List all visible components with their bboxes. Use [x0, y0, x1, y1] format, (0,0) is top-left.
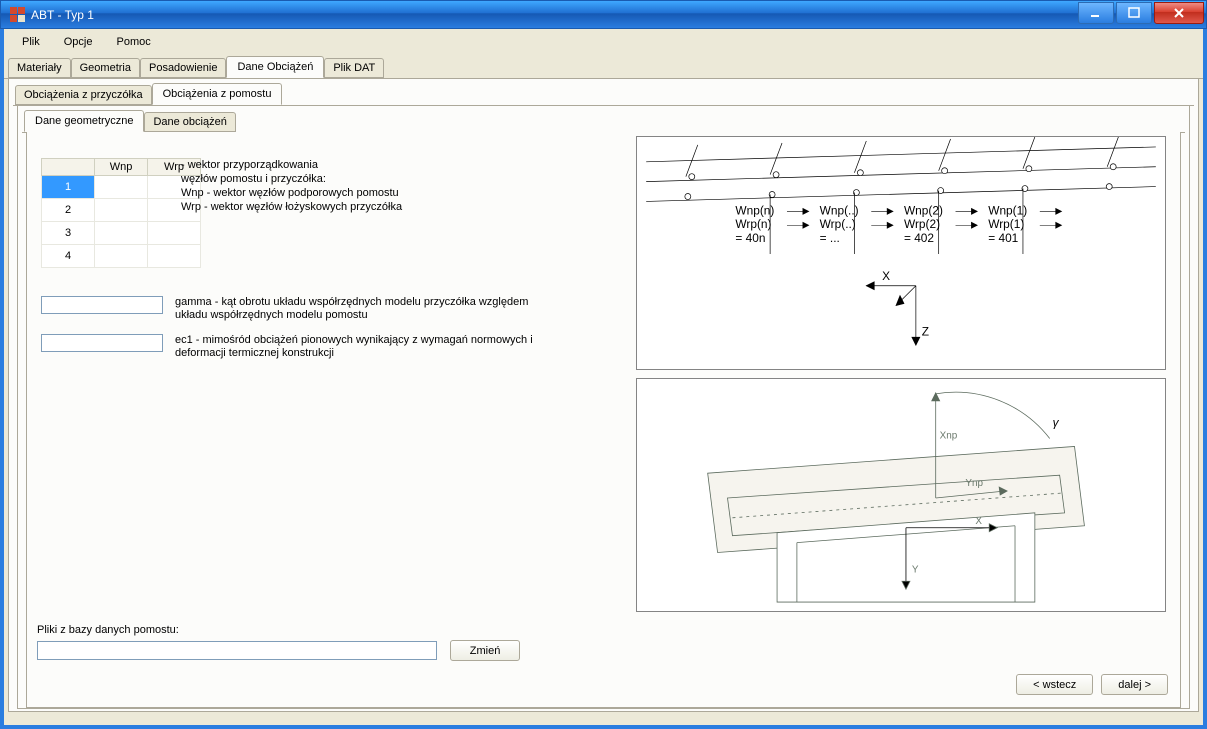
svg-text:Wnp(1): Wnp(1) [988, 203, 1027, 217]
diagram-top: Wnp(n) Wrp(n) = 40n Wnp(..) Wrp(..) = ..… [636, 136, 1166, 370]
svg-text:= 402: = 402 [904, 231, 934, 245]
svg-text:γ: γ [1053, 416, 1060, 430]
svg-text:Wrp(..): Wrp(..) [820, 217, 856, 231]
menu-bar: Plik Opcje Pomoc [4, 29, 1203, 55]
menu-file[interactable]: Plik [10, 34, 52, 50]
tab-dane-obciazen[interactable]: Dane Obciążeń [226, 56, 324, 78]
files-label: Pliki z bazy danych pomostu: [37, 624, 520, 636]
gamma-input[interactable] [41, 296, 163, 314]
client-area: Plik Opcje Pomoc Materiały Geometria Pos… [0, 29, 1207, 729]
col-wnp: Wnp [95, 159, 148, 176]
svg-text:Wrp(2): Wrp(2) [904, 217, 940, 231]
minimize-button[interactable] [1078, 2, 1114, 24]
menu-options[interactable]: Opcje [52, 34, 105, 50]
vec-description: - wektor przyporządkowania węzłów pomost… [181, 158, 481, 214]
svg-text:X: X [975, 516, 982, 527]
svg-text:= 401: = 401 [988, 231, 1018, 245]
w-table[interactable]: Wnp Wrp 1 2 [41, 158, 201, 268]
cell-wrp[interactable] [148, 245, 201, 268]
ec1-description: ec1 - mimośród obciążeń pionowych wynika… [175, 334, 535, 360]
app-icon [9, 7, 25, 23]
sub2-tabpage: Wnp Wrp 1 2 [26, 132, 1181, 708]
row-idx[interactable]: 2 [42, 199, 95, 222]
change-button[interactable]: Zmień [450, 640, 520, 661]
gamma-description: gamma - kąt obrotu układu współrzędnych … [175, 296, 535, 322]
app-window: ABT - Typ 1 Plik Opcje Pomoc Materiały G… [0, 0, 1207, 729]
cell-wnp[interactable] [95, 176, 148, 199]
svg-text:Wrp(1): Wrp(1) [988, 217, 1024, 231]
sub1-tabpage: Dane geometryczne Dane obciążeń Wnp Wrp [17, 105, 1190, 709]
back-button[interactable]: < wstecz [1016, 674, 1093, 695]
cell-wnp[interactable] [95, 245, 148, 268]
cell-wnp[interactable] [95, 222, 148, 245]
row-idx[interactable]: 1 [42, 176, 95, 199]
window-title: ABT - Typ 1 [31, 8, 1078, 22]
tab-geometria[interactable]: Geometria [71, 58, 140, 78]
diagram-bottom: γ Xnp Ynp X Y [636, 378, 1166, 612]
sub2-tabstrip: Dane geometryczne Dane obciążeń [22, 110, 1185, 133]
svg-text:= 40n: = 40n [735, 231, 765, 245]
main-tabpage: Obciążenia z przyczółka Obciążenia z pom… [8, 78, 1199, 712]
sub1-tabstrip: Obciążenia z przyczółka Obciążenia z pom… [13, 83, 1194, 106]
tab-posadowienie[interactable]: Posadowienie [140, 58, 227, 78]
tab-dane-obc[interactable]: Dane obciążeń [144, 112, 235, 132]
svg-text:Wnp(n): Wnp(n) [735, 203, 774, 217]
tab-plik-dat[interactable]: Plik DAT [324, 58, 384, 78]
col-blank [42, 159, 95, 176]
desc-line: Wnp - wektor węzłów podporowych pomostu [181, 186, 481, 200]
left-panel: Wnp Wrp 1 2 [41, 158, 561, 360]
table-row[interactable]: 3 [42, 222, 201, 245]
table-row[interactable]: 2 [42, 199, 201, 222]
tab-obc-pomostu[interactable]: Obciążenia z pomostu [152, 83, 283, 105]
file-path-input[interactable] [37, 641, 437, 660]
svg-text:Wnp(2): Wnp(2) [904, 203, 943, 217]
svg-text:X: X [882, 269, 890, 283]
nav-buttons: < wstecz dalej > [1016, 674, 1168, 695]
cell-wrp[interactable] [148, 222, 201, 245]
cell-wnp[interactable] [95, 199, 148, 222]
svg-text:Wrp(n): Wrp(n) [735, 217, 771, 231]
svg-text:Z: Z [922, 324, 929, 338]
desc-line: Wrp - wektor węzłów łożyskowych przyczół… [181, 200, 481, 214]
tab-materialy[interactable]: Materiały [8, 58, 71, 78]
menu-help[interactable]: Pomoc [104, 34, 162, 50]
file-section: Pliki z bazy danych pomostu: Zmień [37, 624, 520, 661]
desc-line: węzłów pomostu i przyczółka: [181, 172, 481, 186]
svg-text:Wnp(..): Wnp(..) [820, 203, 859, 217]
row-idx[interactable]: 4 [42, 245, 95, 268]
main-tabstrip: Materiały Geometria Posadowienie Dane Ob… [4, 56, 1203, 79]
desc-line: - wektor przyporządkowania [181, 158, 481, 172]
next-button[interactable]: dalej > [1101, 674, 1168, 695]
tab-dane-geom[interactable]: Dane geometryczne [24, 110, 144, 132]
tab-obc-przyczolka[interactable]: Obciążenia z przyczółka [15, 85, 152, 105]
title-bar: ABT - Typ 1 [0, 0, 1207, 29]
maximize-button[interactable] [1116, 2, 1152, 24]
svg-text:Ynp: Ynp [965, 478, 983, 489]
svg-text:= ...: = ... [820, 231, 840, 245]
svg-text:Y: Y [912, 564, 919, 575]
svg-text:Xnp: Xnp [940, 430, 958, 441]
close-button[interactable] [1154, 2, 1204, 24]
table-row[interactable]: 1 [42, 176, 201, 199]
row-idx[interactable]: 3 [42, 222, 95, 245]
ec1-input[interactable] [41, 334, 163, 352]
table-row[interactable]: 4 [42, 245, 201, 268]
